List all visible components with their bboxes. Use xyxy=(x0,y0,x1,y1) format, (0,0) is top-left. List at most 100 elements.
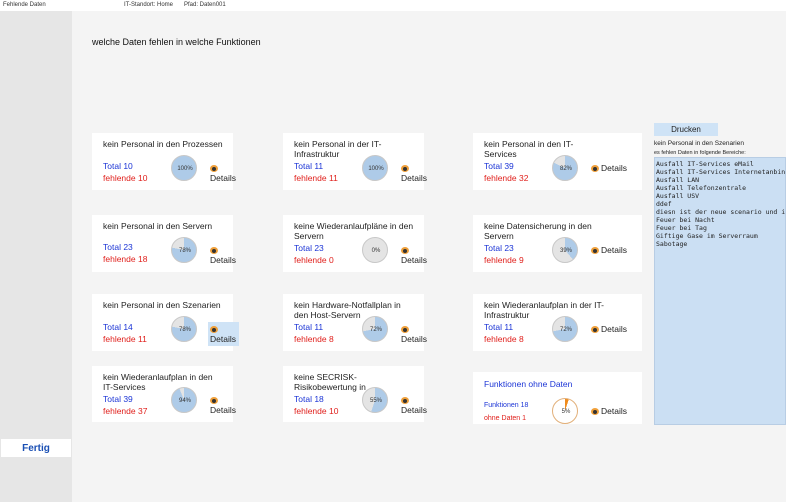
card-title: keine Wiederanlaufpläne in den Servern xyxy=(294,221,414,241)
card-fehlende: fehlende 37 xyxy=(103,406,148,416)
selected-category-label: kein Personal in den Szenarien xyxy=(654,140,744,147)
details-button[interactable]: Details xyxy=(589,161,630,175)
card-fehlende: fehlende 9 xyxy=(484,255,524,265)
details-button[interactable]: Details xyxy=(208,243,239,267)
eye-icon xyxy=(401,165,409,172)
progress-pie-chart: 94% xyxy=(171,387,197,413)
details-button[interactable]: Details xyxy=(399,322,430,346)
missing-item[interactable]: Ausfall LAN xyxy=(656,176,785,184)
card-total: Total 39 xyxy=(484,161,514,171)
details-button[interactable]: Details xyxy=(208,161,239,185)
missing-item[interactable]: Feuer bei Tag xyxy=(656,224,785,232)
missing-items-list[interactable]: Ausfall IT-Services eMail Ausfall IT-Serv… xyxy=(654,157,786,425)
function-card: kein Personal in den Prozessen Total 10 fe… xyxy=(92,133,236,190)
details-label: Details xyxy=(601,163,627,173)
card-title: kein Wiederanlaufplan in den IT-Services xyxy=(103,372,213,392)
fertig-button[interactable]: Fertig xyxy=(1,439,71,457)
progress-pie-chart: 78% xyxy=(171,316,197,342)
summary-details-button[interactable]: Details xyxy=(589,404,630,418)
card-title: keine SECRISK-Risikobewertung in xyxy=(294,372,366,392)
card-total: Total 11 xyxy=(294,322,324,332)
missing-item[interactable]: Ausfall USV xyxy=(656,192,785,200)
pie-percent-label: 39% xyxy=(559,248,572,254)
details-label: Details xyxy=(401,405,427,415)
eye-icon xyxy=(210,165,218,172)
details-button[interactable]: Details xyxy=(208,322,239,346)
details-label: Details xyxy=(210,405,236,415)
card-title: kein Hardware-Notfallplan in den Host-Se… xyxy=(294,300,401,320)
card-fehlende: fehlende 8 xyxy=(294,334,334,344)
window-titlebar: Fehlende Daten IT-Standort: Home Pfad: D… xyxy=(0,0,786,11)
function-card: keine Wiederanlaufpläne in den Servern To… xyxy=(283,215,427,272)
details-button[interactable]: Details xyxy=(399,161,430,185)
function-card: kein Wiederanlaufplan in der IT-Infrastr… xyxy=(473,294,642,351)
progress-pie-chart: 72% xyxy=(362,316,388,342)
progress-pie-chart: 78% xyxy=(171,237,197,263)
right-panel: Drucken kein Personal in den Szenarien e… xyxy=(654,123,786,425)
card-total: Total 39 xyxy=(103,394,133,404)
pie-percent-label: 78% xyxy=(178,327,191,333)
details-label: Details xyxy=(210,255,236,265)
missing-item[interactable]: Sabotage xyxy=(656,240,785,248)
eye-icon xyxy=(210,326,218,333)
function-card: kein Wiederanlaufplan in den IT-Services… xyxy=(92,366,236,422)
card-fehlende: fehlende 8 xyxy=(484,334,524,344)
window-title: Fehlende Daten xyxy=(3,2,46,8)
pie-percent-label: 100% xyxy=(177,166,193,172)
summary-pie-chart: 5% xyxy=(552,398,578,424)
function-card: kein Personal in den Servern Total 23 fehl… xyxy=(92,215,236,272)
pie-percent-label: 100% xyxy=(368,166,384,172)
progress-pie-chart: 100% xyxy=(171,155,197,181)
card-total: Total 23 xyxy=(103,242,133,252)
drucken-button[interactable]: Drucken xyxy=(654,123,718,136)
eye-icon xyxy=(591,326,599,333)
details-label: Details xyxy=(401,255,427,265)
eye-icon xyxy=(401,247,409,254)
card-title: kein Personal in den IT-Services xyxy=(484,139,574,159)
details-button[interactable]: Details xyxy=(399,243,430,267)
missing-item[interactable]: Ausfall IT-Services eMail xyxy=(656,160,785,168)
eye-icon xyxy=(401,326,409,333)
details-button[interactable]: Details xyxy=(208,393,239,417)
function-card: kein Personal in den Szenarien Total 14 fe… xyxy=(92,294,239,351)
left-sidebar: Fertig xyxy=(0,11,72,502)
details-label: Details xyxy=(601,406,627,416)
details-button[interactable]: Details xyxy=(589,322,630,336)
summary-title: Funktionen ohne Daten xyxy=(484,379,573,389)
missing-item[interactable]: Ausfall IT-Services Internetanbindung xyxy=(656,168,785,176)
missing-item[interactable]: Ausfall Telefonzentrale xyxy=(656,184,785,192)
eye-icon xyxy=(401,397,409,404)
card-fehlende: fehlende 0 xyxy=(294,255,334,265)
eye-icon xyxy=(210,247,218,254)
card-total: Total 23 xyxy=(484,243,514,253)
missing-item[interactable]: ddef xyxy=(656,200,785,208)
card-total: Total 11 xyxy=(294,161,324,171)
progress-pie-chart: 82% xyxy=(552,155,578,181)
card-title: kein Personal in den Szenarien xyxy=(103,300,221,310)
progress-pie-chart: 100% xyxy=(362,155,388,181)
card-fehlende: fehlende 32 xyxy=(484,173,529,183)
progress-pie-chart: 0% xyxy=(362,237,388,263)
pfad-label: Pfad: Daten001 xyxy=(184,2,226,8)
eye-icon xyxy=(591,408,599,415)
pie-percent-label: 78% xyxy=(178,248,191,254)
details-button[interactable]: Details xyxy=(399,393,430,417)
function-card: kein Personal in der IT-Infrastruktur Tot… xyxy=(283,133,427,190)
card-total: Total 18 xyxy=(294,394,324,404)
progress-pie-chart: 72% xyxy=(552,316,578,342)
pie-percent-label: 82% xyxy=(559,166,572,172)
function-card: kein Personal in den IT-Services Total 39… xyxy=(473,133,642,190)
card-total: Total 11 xyxy=(484,322,514,332)
missing-item[interactable]: Giftige Gase im Serverraum xyxy=(656,232,785,240)
details-label: Details xyxy=(601,324,627,334)
missing-item[interactable]: diesn ist der neue scenario und ich xyxy=(656,208,785,216)
function-card: keine SECRISK-Risikobewertung in Total 18… xyxy=(283,366,427,422)
details-label: Details xyxy=(210,334,236,344)
progress-pie-chart: 39% xyxy=(552,237,578,263)
card-total: Total 23 xyxy=(294,243,324,253)
missing-item[interactable]: Feuer bei Nacht xyxy=(656,216,785,224)
details-button[interactable]: Details xyxy=(589,243,630,257)
it-standort-label: IT-Standort: Home xyxy=(124,2,174,8)
summary-card: Funktionen ohne Daten Funktionen 18 ohne… xyxy=(473,372,642,424)
card-fehlende: fehlende 11 xyxy=(103,334,147,344)
